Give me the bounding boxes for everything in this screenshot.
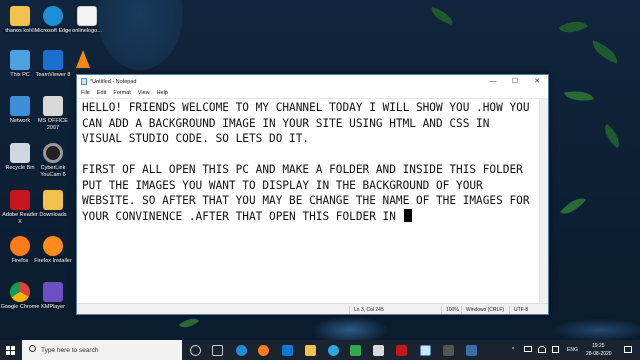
notifications-icon[interactable] — [624, 346, 632, 353]
status-position: Ln 3, Col 245 — [349, 306, 384, 314]
desktop-icon-label: Firefox Installer — [34, 258, 72, 264]
status-encoding: UTF-8 — [509, 306, 528, 314]
window-title: *Untitled - Notepad — [90, 78, 137, 85]
desktop-icon-onlinelogo[interactable]: onlinelogo... — [67, 6, 107, 35]
file-explorer-taskbar-icon[interactable] — [305, 345, 316, 356]
desktop-icon-label: Downloads — [39, 212, 67, 218]
desktop-icon-label: KMPlayer — [41, 304, 65, 310]
desktop-icon-label: onlinelogo... — [72, 28, 102, 34]
menu-file[interactable]: File — [81, 90, 90, 96]
vertical-scrollbar[interactable] — [539, 98, 548, 303]
taskbar-search-box[interactable]: Type here to search — [22, 340, 182, 360]
desktop-icon-label: CyberLink YouCam 6 — [40, 165, 66, 178]
windows-logo-icon — [11, 351, 15, 355]
wallpaper-leaf — [598, 123, 626, 149]
computer-icon — [10, 50, 30, 70]
chevron-up-icon[interactable]: ^ — [512, 347, 514, 353]
editor-content: HELLO! FRIENDS WELCOME TO MY CHANNEL TOD… — [82, 101, 530, 223]
notepad-taskbar-icon[interactable] — [420, 345, 431, 356]
firefox-installer-icon — [43, 236, 63, 256]
menu-edit[interactable]: Edit — [97, 90, 106, 96]
notepad-icon — [81, 78, 87, 85]
windows-logo-icon — [11, 346, 15, 350]
search-placeholder: Type here to search — [41, 347, 99, 354]
desktop-icon-firefox-installer[interactable]: Firefox Installer — [33, 236, 73, 265]
desktop-icon-downloads[interactable]: Downloads — [33, 190, 73, 219]
edge-icon — [43, 6, 63, 26]
wifi-icon[interactable] — [538, 346, 546, 353]
wallpaper-leaf — [560, 192, 586, 220]
notepad-window: *Untitled - Notepad — ☐ ✕ File Edit Form… — [76, 74, 549, 315]
edge-taskbar-icon[interactable] — [236, 345, 247, 356]
status-bar: Ln 3, Col 245 100% Windows (CRLF) UTF-8 — [77, 303, 548, 314]
maximize-button[interactable]: ☐ — [504, 75, 526, 88]
recycle-bin-icon — [10, 143, 30, 163]
desktop-icon-teamviewer[interactable]: TeamViewer 8 — [33, 50, 73, 79]
close-button[interactable]: ✕ — [526, 75, 548, 88]
title-bar[interactable]: *Untitled - Notepad — ☐ ✕ — [77, 75, 548, 88]
network-icon — [10, 96, 30, 116]
menu-format[interactable]: Format — [113, 90, 130, 96]
folder-icon — [10, 6, 30, 26]
cortana-icon[interactable] — [190, 345, 201, 356]
menu-bar: File Edit Format View Help — [77, 88, 548, 97]
app-taskbar-icon[interactable] — [350, 345, 361, 356]
app-taskbar-icon[interactable] — [466, 345, 477, 356]
clock-date[interactable]: 28-08-2020 — [586, 351, 612, 357]
status-zoom: 100% — [441, 306, 459, 314]
wallpaper-leaf — [564, 87, 594, 105]
desktop-icon-ms-office[interactable]: MS OFFICE 2007 — [33, 96, 73, 131]
battery-icon[interactable] — [524, 346, 532, 352]
wallpaper-leaf — [428, 7, 456, 25]
minimize-button[interactable]: — — [482, 75, 504, 88]
menu-view[interactable]: View — [138, 90, 150, 96]
taskbar: Type here to search ^ ENG 19:25 28-08-20… — [0, 340, 640, 360]
text-editor[interactable]: HELLO! FRIENDS WELCOME TO MY CHANNEL TOD… — [78, 98, 539, 303]
image-file-icon — [77, 6, 97, 26]
windows-logo-icon — [6, 346, 10, 350]
desktop-icon-vlc[interactable] — [76, 50, 90, 70]
clock-time[interactable]: 19:25 — [592, 343, 605, 349]
task-view-icon[interactable] — [212, 345, 223, 356]
youcam-icon — [43, 143, 63, 163]
adobe-reader-icon — [10, 190, 30, 210]
desktop-icon-kmplayer[interactable]: KMPlayer — [33, 282, 73, 311]
status-line-ending: Windows (CRLF) — [461, 306, 504, 314]
firefox-icon — [10, 236, 30, 256]
downloads-icon — [43, 190, 63, 210]
volume-icon[interactable] — [552, 346, 559, 353]
kmplayer-icon — [43, 282, 63, 302]
desktop-icon-label: MS OFFICE 2007 — [38, 118, 68, 131]
vscode-taskbar-icon[interactable] — [282, 345, 293, 356]
teamviewer-icon — [43, 50, 63, 70]
app-taskbar-icon[interactable] — [443, 345, 454, 356]
text-caret — [403, 208, 412, 222]
wallpaper-leaf — [558, 14, 588, 40]
app-taskbar-icon[interactable] — [373, 345, 384, 356]
search-icon — [29, 345, 36, 352]
app-taskbar-icon[interactable] — [396, 345, 407, 356]
desktop-icon-label: TeamViewer 8 — [35, 72, 71, 78]
chrome-icon — [10, 282, 30, 302]
language-indicator[interactable]: ENG — [567, 347, 578, 353]
menu-help[interactable]: Help — [157, 90, 168, 96]
wallpaper-leaf — [178, 313, 200, 333]
office-icon — [43, 96, 63, 116]
windows-logo-icon — [6, 351, 10, 355]
firefox-taskbar-icon[interactable] — [258, 345, 269, 356]
desktop-icon-youcam[interactable]: CyberLink YouCam 6 — [33, 143, 73, 178]
vlc-icon — [76, 50, 90, 68]
start-button[interactable] — [0, 340, 22, 360]
wallpaper-leaf — [588, 40, 622, 64]
app-taskbar-icon[interactable] — [328, 345, 339, 356]
